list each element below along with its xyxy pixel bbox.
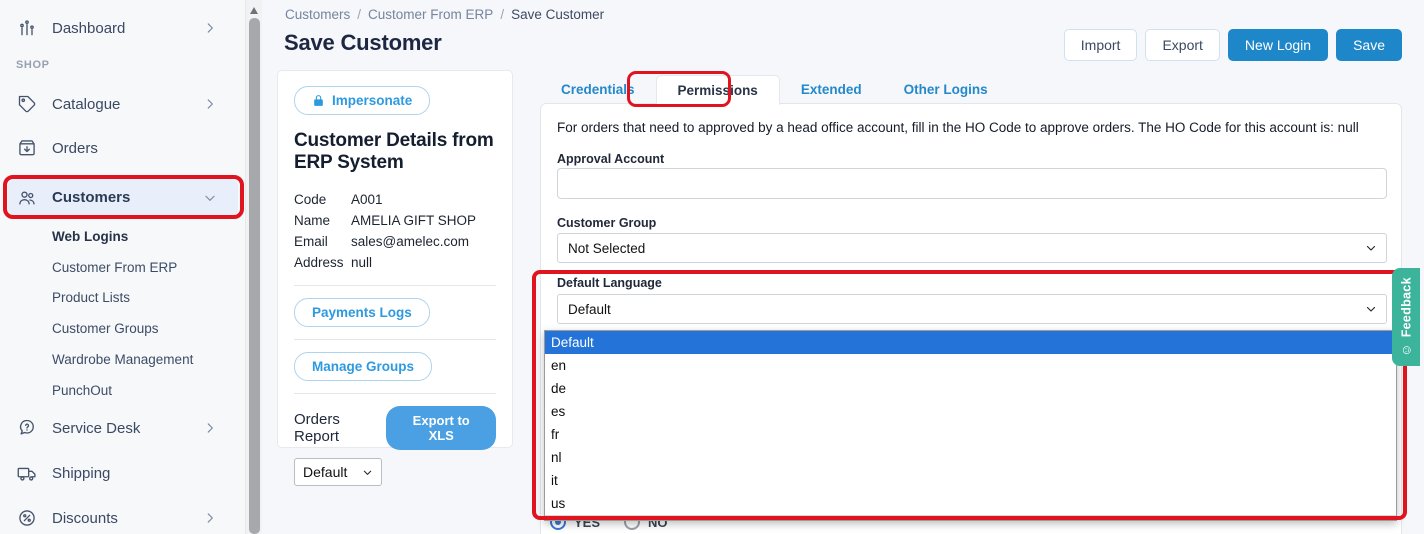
chevron-down-icon — [1365, 303, 1377, 318]
sidebar-item-wardrobe-management[interactable]: Wardrobe Management — [0, 347, 245, 371]
sidebar-item-label: Catalogue — [52, 96, 120, 113]
save-button[interactable]: Save — [1336, 29, 1402, 61]
sidebar-item-punchout[interactable]: PunchOut — [0, 378, 245, 402]
sidebar-item-orders[interactable]: Orders — [0, 130, 245, 166]
chevron-right-icon — [203, 21, 217, 35]
sidebar-item-discounts[interactable]: Discounts — [0, 500, 245, 534]
field-address-value: null — [351, 252, 372, 273]
orders-report-label: Orders Report — [294, 411, 386, 445]
field-address: Address null — [294, 252, 496, 273]
sidebar-item-customer-groups[interactable]: Customer Groups — [0, 316, 245, 340]
sidebar-item-product-lists[interactable]: Product Lists — [0, 285, 245, 309]
scrollbar-up-arrow[interactable] — [250, 7, 258, 14]
field-code-value: A001 — [351, 189, 383, 210]
sidebar-scrollbar[interactable] — [245, 0, 262, 534]
breadcrumb-separator: / — [500, 7, 504, 22]
dropdown-scroll-strip — [545, 515, 1396, 520]
percent-icon — [16, 507, 38, 529]
field-email: Email sales@amelec.com — [294, 231, 496, 252]
feedback-tab[interactable]: ☺ Feedback — [1392, 268, 1420, 366]
detail-tabs: Credentials Permissions Extended Other L… — [540, 75, 1009, 104]
chevron-right-icon — [203, 421, 217, 435]
package-icon — [16, 137, 38, 159]
language-option-en[interactable]: en — [545, 354, 1396, 377]
sidebar-item-customers[interactable]: Customers — [0, 179, 245, 216]
default-language-label: Default Language — [557, 276, 662, 290]
page-title: Save Customer — [284, 30, 442, 56]
chevron-down-icon — [203, 191, 217, 205]
language-option-es[interactable]: es — [545, 400, 1396, 423]
sidebar-item-web-logins[interactable]: Web Logins — [0, 224, 245, 248]
language-dropdown-list: Default en de es fr nl it us — [544, 330, 1397, 521]
sidebar-item-customer-from-erp[interactable]: Customer From ERP — [0, 255, 245, 279]
breadcrumb-customers[interactable]: Customers — [285, 7, 350, 22]
orders-report-select[interactable]: Default — [294, 458, 382, 486]
chevron-right-icon — [203, 97, 217, 111]
sidebar-item-label: Dashboard — [52, 20, 125, 37]
divider — [294, 339, 496, 340]
truck-icon — [16, 462, 38, 484]
chat-help-icon — [16, 417, 38, 439]
field-code: Code A001 — [294, 189, 496, 210]
default-language-select[interactable]: Default — [557, 294, 1387, 324]
breadcrumb-customer-from-erp[interactable]: Customer From ERP — [368, 7, 493, 22]
manage-groups-button[interactable]: Manage Groups — [294, 352, 432, 381]
chevron-down-icon — [362, 467, 373, 478]
language-option-nl[interactable]: nl — [545, 446, 1396, 469]
feedback-label: Feedback — [1399, 277, 1413, 337]
language-option-fr[interactable]: fr — [545, 423, 1396, 446]
tab-other-logins[interactable]: Other Logins — [883, 75, 1009, 104]
new-login-button[interactable]: New Login — [1228, 29, 1328, 61]
approval-account-label: Approval Account — [557, 152, 664, 166]
card-heading: Customer Details from ERP System — [294, 130, 496, 174]
impersonate-button[interactable]: Impersonate — [294, 86, 430, 115]
sidebar-item-label: Orders — [52, 140, 98, 157]
customer-group-select[interactable]: Not Selected — [557, 233, 1387, 263]
field-email-value: sales@amelec.com — [351, 231, 469, 252]
approval-account-input[interactable] — [557, 168, 1387, 199]
language-option-it[interactable]: it — [545, 469, 1396, 492]
tab-credentials[interactable]: Credentials — [540, 75, 656, 104]
lock-icon — [312, 94, 325, 107]
divider — [294, 285, 496, 286]
import-button[interactable]: Import — [1064, 29, 1138, 61]
language-option-us[interactable]: us — [545, 492, 1396, 515]
sidebar-item-shipping[interactable]: Shipping — [0, 455, 245, 491]
export-to-xls-button[interactable]: Export to XLS — [386, 406, 496, 450]
users-icon — [16, 187, 38, 209]
tab-permissions[interactable]: Permissions — [656, 75, 780, 105]
customer-group-label: Customer Group — [557, 216, 656, 230]
breadcrumb: Customers / Customer From ERP / Save Custome… — [285, 7, 604, 22]
sidebar-item-dashboard[interactable]: Dashboard — [0, 10, 245, 46]
tab-extended[interactable]: Extended — [780, 75, 883, 104]
chevron-down-icon — [1365, 242, 1377, 257]
customer-details-card: Impersonate Customer Details from ERP Sy… — [277, 70, 513, 448]
sidebar-item-catalogue[interactable]: Catalogue — [0, 86, 245, 122]
sidebar-item-label: Service Desk — [52, 420, 140, 437]
divider — [294, 393, 496, 394]
sidebar-item-label: Customers — [52, 189, 130, 206]
permissions-panel: For orders that need to approved by a he… — [540, 103, 1402, 534]
language-option-default[interactable]: Default — [545, 331, 1396, 354]
language-option-de[interactable]: de — [545, 377, 1396, 400]
export-button[interactable]: Export — [1145, 29, 1219, 61]
smiley-icon: ☺ — [1399, 343, 1414, 357]
tag-icon — [16, 93, 38, 115]
header-actions: Import Export New Login Save — [1064, 29, 1402, 61]
breadcrumb-separator: / — [357, 7, 361, 22]
scrollbar-thumb[interactable] — [249, 18, 260, 534]
sidebar-item-label: Shipping — [52, 465, 110, 482]
payments-logs-button[interactable]: Payments Logs — [294, 298, 430, 327]
ho-code-info-text: For orders that need to approved by a he… — [557, 120, 1389, 135]
sidebar-section-shop: SHOP — [16, 59, 50, 71]
bar-chart-icon — [16, 17, 38, 39]
sidebar-item-service-desk[interactable]: Service Desk — [0, 410, 245, 446]
sidebar-item-label: Discounts — [52, 510, 118, 527]
customer-fields: Code A001 Name AMELIA GIFT SHOP Email sa… — [294, 189, 496, 273]
chevron-right-icon — [203, 511, 217, 525]
sidebar: Dashboard SHOP Catalogue Orders Customer… — [0, 0, 245, 534]
field-name-value: AMELIA GIFT SHOP — [351, 210, 476, 231]
field-name: Name AMELIA GIFT SHOP — [294, 210, 496, 231]
breadcrumb-save-customer: Save Customer — [511, 7, 604, 22]
